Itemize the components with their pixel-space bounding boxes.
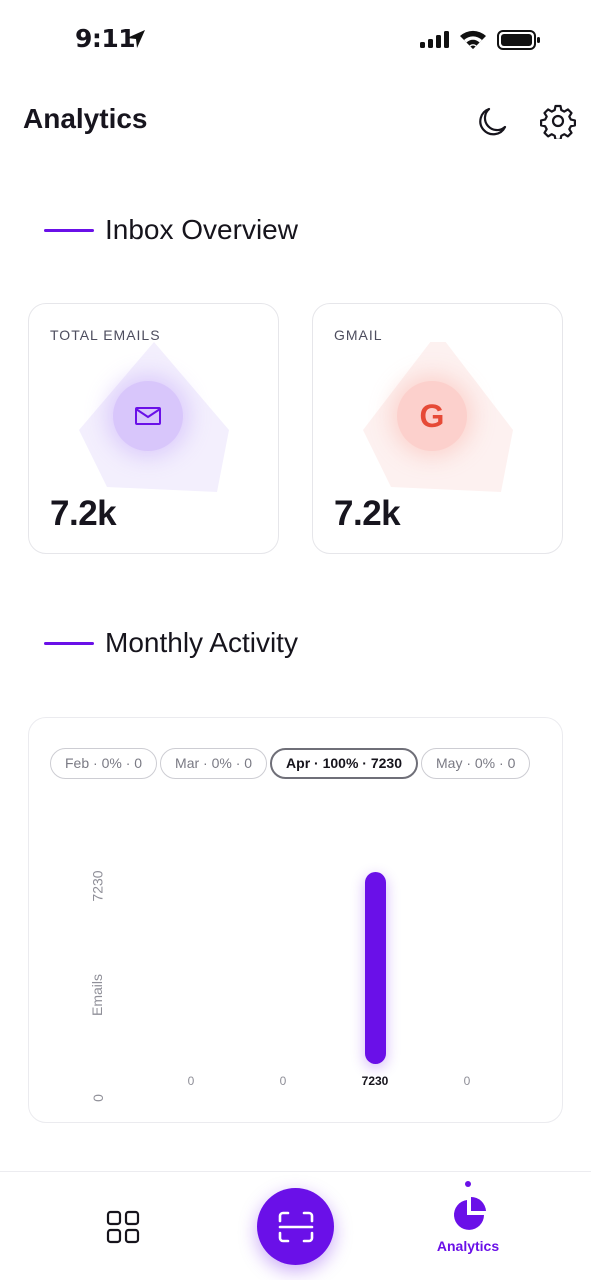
stat-label: GMAIL [334,327,383,343]
month-chip-mar[interactable]: Mar · 0% · 0 [160,748,268,779]
stat-value: 7.2k [50,494,117,533]
grid-icon [106,1210,140,1244]
bar-value-label-apr: 7230 [361,1074,389,1088]
y-axis-title: Emails [89,973,106,1017]
stat-label: TOTAL EMAILS [50,327,161,343]
monthly-activity-card: Feb · 0% · 0 Mar · 0% · 0 Apr · 100% · 723… [28,717,563,1123]
dark-mode-button[interactable] [474,104,510,140]
google-icon-badge: G [397,381,467,451]
google-icon: G [419,397,445,434]
wifi-icon [460,30,486,49]
status-bar: 9:11 [0,0,591,80]
bar-value-label-may: 0 [463,1074,471,1088]
monthly-activity-title: Monthly Activity [105,627,298,658]
heading-accent-line [44,228,94,232]
month-chip-apr[interactable]: Apr · 100% · 7230 [270,748,418,779]
inbox-overview-heading: Inbox Overview [44,214,298,246]
y-tick-label-max: 7230 [89,870,106,902]
monthly-activity-heading: Monthly Activity [44,627,298,659]
location-arrow-icon [127,30,145,48]
bar-apr[interactable] [364,872,386,1064]
settings-button[interactable] [540,103,576,141]
page-title: Analytics [23,103,148,134]
app-header: Analytics [0,90,591,150]
nav-analytics-button[interactable]: Analytics [428,1178,508,1258]
bar-value-label-feb: 0 [187,1074,195,1088]
month-chip-may[interactable]: May · 0% · 0 [421,748,531,779]
heading-accent-line [44,641,94,645]
gmail-card[interactable]: GMAIL G 7.2k [312,303,563,554]
cellular-signal-icon [420,31,449,48]
bar-value-label-mar: 0 [279,1074,287,1088]
total-emails-card[interactable]: TOTAL EMAILS 7.2k [28,303,279,554]
moon-icon [479,107,507,136]
scan-button[interactable] [257,1188,334,1265]
inbox-overview-title: Inbox Overview [105,214,298,245]
nav-dashboard-button[interactable] [106,1210,140,1244]
pie-chart-icon [454,1197,486,1230]
battery-icon [497,30,540,50]
scan-icon [278,1211,313,1242]
stat-value: 7.2k [334,494,401,533]
mail-icon-badge [113,381,183,451]
bottom-nav: Analytics [0,1171,591,1280]
mail-icon [135,407,161,425]
gear-icon [540,104,576,141]
active-indicator-dot [465,1181,471,1187]
month-chip-feb[interactable]: Feb · 0% · 0 [50,748,158,779]
nav-label-analytics: Analytics [436,1238,500,1254]
y-tick-label-min: 0 [89,1094,106,1102]
month-chip-list[interactable]: Feb · 0% · 0 Mar · 0% · 0 Apr · 100% · 723… [50,748,542,782]
